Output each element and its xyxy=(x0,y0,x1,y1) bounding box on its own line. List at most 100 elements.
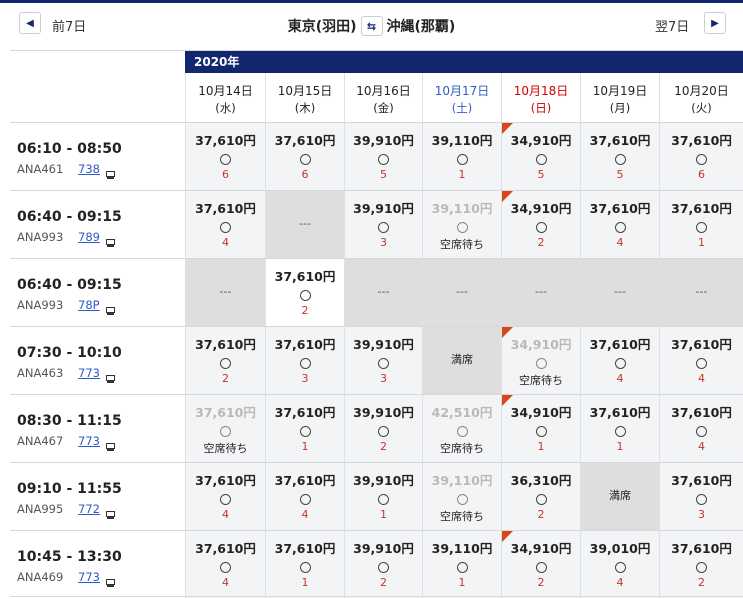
fare-price: 37,610円 xyxy=(589,133,651,148)
fare-cell[interactable]: 満席 xyxy=(422,326,501,394)
availability-circle-icon xyxy=(696,154,707,165)
destination-airport: 沖縄(那覇) xyxy=(386,19,456,35)
fare-cell[interactable]: 37,610円 2 xyxy=(265,258,344,326)
waitlist-status: 空席待ち xyxy=(440,238,484,251)
fare-price: 39,110円 xyxy=(431,541,493,556)
fare-cell[interactable]: 37,610円 4 xyxy=(185,190,265,258)
fare-cell[interactable]: 39,910円 2 xyxy=(344,530,422,598)
date-header: 10月18日 (日) xyxy=(501,73,580,122)
availability-circle-icon xyxy=(299,426,311,437)
fare-cell[interactable]: 37,610円 4 xyxy=(185,530,265,598)
fare-price: 39,910円 xyxy=(353,405,414,420)
aircraft-link[interactable]: 772 xyxy=(78,502,100,516)
availability-circle-icon xyxy=(299,290,311,301)
fare-cell[interactable]: 37,610円 1 xyxy=(659,190,743,258)
aircraft-link[interactable]: 773 xyxy=(78,366,100,380)
fare-cell[interactable]: 37,610円 3 xyxy=(265,326,344,394)
next-week-button[interactable]: ▶ xyxy=(704,12,726,34)
next-week-label[interactable]: 翌7日 xyxy=(655,16,689,35)
availability-circle-icon xyxy=(299,562,311,573)
no-service-text: --- xyxy=(535,285,547,298)
availability-circle-icon xyxy=(696,358,707,369)
seatmap-icon[interactable] xyxy=(106,436,115,451)
fare-cell[interactable]: 39,910円 2 xyxy=(344,394,422,462)
date-label: 10月17日 xyxy=(434,84,490,98)
seatmap-icon[interactable] xyxy=(106,232,115,247)
fare-cell[interactable]: 34,910円 2 xyxy=(501,530,580,598)
fare-cell[interactable]: 34,910円 空席待ち xyxy=(501,326,580,394)
seatmap-icon[interactable] xyxy=(106,572,115,587)
fare-cell[interactable]: 37,610円 6 xyxy=(659,122,743,190)
seatmap-icon[interactable] xyxy=(106,164,115,179)
day-of-week: (月) xyxy=(609,101,631,115)
fare-cell[interactable]: 37,610円 4 xyxy=(580,190,659,258)
seatmap-icon[interactable] xyxy=(106,504,115,519)
aircraft-link[interactable]: 78P xyxy=(78,298,100,312)
flight-info: 10:45 - 13:30 ANA469 773 xyxy=(10,530,185,598)
fare-cell[interactable]: 39,910円 3 xyxy=(344,326,422,394)
seats-remaining: 2 xyxy=(698,576,705,589)
fare-cell[interactable]: 満席 xyxy=(580,462,659,530)
fare-cell[interactable]: 37,610円 4 xyxy=(185,462,265,530)
seatmap-icon[interactable] xyxy=(106,368,115,383)
fare-cell[interactable]: 39,910円 3 xyxy=(344,190,422,258)
fare-cell[interactable]: 34,910円 2 xyxy=(501,190,580,258)
fare-cell[interactable]: 39,110円 空席待ち xyxy=(422,462,501,530)
fare-cell[interactable]: 39,110円 1 xyxy=(422,530,501,598)
seats-remaining: 4 xyxy=(222,508,229,521)
seats-remaining: 4 xyxy=(698,372,705,385)
flight-time: 08:30 - 11:15 xyxy=(17,413,122,429)
fare-cell[interactable]: 37,610円 6 xyxy=(185,122,265,190)
availability-circle-icon xyxy=(299,358,311,369)
waitlist-status: 空席待ち xyxy=(440,442,484,455)
fare-cell[interactable]: 39,110円 空席待ち xyxy=(422,190,501,258)
seats-remaining: 5 xyxy=(537,168,545,181)
aircraft-link[interactable]: 738 xyxy=(78,162,100,176)
availability-circle-icon xyxy=(614,426,626,437)
route-header: 東京(羽田) ⇆ 沖縄(那覇) xyxy=(0,16,743,36)
availability-circle-icon xyxy=(220,426,231,437)
availability-circle-icon xyxy=(535,494,547,505)
seats-remaining: 1 xyxy=(380,508,387,521)
fare-price: 39,110円 xyxy=(431,473,493,488)
fare-cell[interactable]: 37,610円 空席待ち xyxy=(185,394,265,462)
fare-cell[interactable]: 36,310円 2 xyxy=(501,462,580,530)
aircraft-link[interactable]: 789 xyxy=(78,230,100,244)
seats-remaining: 2 xyxy=(537,576,545,589)
fare-cell[interactable]: 34,910円 1 xyxy=(501,394,580,462)
swap-arrows-icon[interactable]: ⇆ xyxy=(360,16,383,36)
fare-cell[interactable]: 37,610円 6 xyxy=(265,122,344,190)
fare-cell[interactable]: 37,610円 2 xyxy=(185,326,265,394)
fare-cell[interactable]: 37,610円 4 xyxy=(580,326,659,394)
fare-price: 39,910円 xyxy=(353,541,414,556)
fare-price: 34,910円 xyxy=(510,133,572,148)
seats-remaining: 1 xyxy=(301,440,309,453)
seats-remaining: 3 xyxy=(698,508,705,521)
fare-cell[interactable]: 37,610円 4 xyxy=(265,462,344,530)
fare-cell[interactable]: 39,910円 5 xyxy=(344,122,422,190)
no-service-text: --- xyxy=(695,285,708,298)
fare-cell[interactable]: 37,610円 1 xyxy=(580,394,659,462)
fare-cell[interactable]: 37,610円 4 xyxy=(659,394,743,462)
fare-cell[interactable]: 37,610円 5 xyxy=(580,122,659,190)
seatmap-icon[interactable] xyxy=(106,300,115,315)
fare-cell[interactable]: 39,910円 1 xyxy=(344,462,422,530)
discount-flag-icon xyxy=(502,327,513,338)
fare-cell[interactable]: 37,610円 1 xyxy=(265,394,344,462)
day-of-week: (日) xyxy=(530,101,552,115)
fare-price: 39,110円 xyxy=(431,201,493,216)
aircraft-link[interactable]: 773 xyxy=(78,434,100,448)
fare-price: 37,610円 xyxy=(274,405,336,420)
availability-circle-icon xyxy=(299,494,311,505)
fare-cell[interactable]: 39,010円 4 xyxy=(580,530,659,598)
fare-cell[interactable]: 37,610円 1 xyxy=(265,530,344,598)
date-header: 10月20日 (火) xyxy=(659,73,743,122)
fare-cell[interactable]: 39,110円 1 xyxy=(422,122,501,190)
fare-cell[interactable]: 34,910円 5 xyxy=(501,122,580,190)
fare-cell[interactable]: 37,610円 2 xyxy=(659,530,743,598)
fare-cell[interactable]: 37,610円 3 xyxy=(659,462,743,530)
aircraft-link[interactable]: 773 xyxy=(78,570,100,584)
fare-cell[interactable]: 37,610円 4 xyxy=(659,326,743,394)
fare-cell[interactable]: 42,510円 空席待ち xyxy=(422,394,501,462)
flight-time: 06:40 - 09:15 xyxy=(17,277,122,293)
